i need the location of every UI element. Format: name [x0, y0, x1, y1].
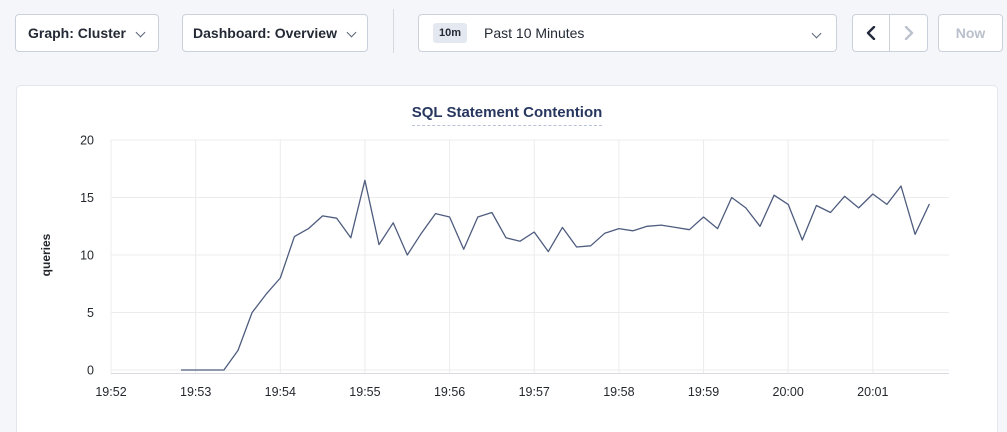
y-tick-label: 20: [80, 134, 94, 148]
prev-range-button[interactable]: [853, 15, 890, 51]
chevron-left-icon: [865, 26, 877, 40]
x-tick-label: 19:57: [519, 385, 550, 399]
x-tick-label: 19:56: [434, 385, 465, 399]
time-window-label: Past 10 Minutes: [484, 25, 584, 41]
time-window-picker[interactable]: 10m Past 10 Minutes: [418, 14, 837, 52]
dashboard-dropdown[interactable]: Dashboard: Overview: [182, 14, 368, 52]
x-tick-label: 20:00: [773, 385, 804, 399]
series-line-queries: [182, 180, 930, 370]
chevron-down-icon: [812, 29, 822, 39]
x-tick-label: 19:54: [265, 385, 296, 399]
dashboard-dropdown-label: Dashboard: Overview: [193, 25, 337, 41]
toolbar-divider: [393, 9, 394, 53]
sql-statement-contention-chart[interactable]: 0 5 10 15 20 19:52 19:53 19:54 19:55 19:56 19:57 19…: [17, 86, 997, 432]
x-tick-label: 19:52: [95, 385, 126, 399]
y-axis-label: queries: [39, 233, 53, 276]
chart-panel: SQL Statement Contention 0510152019:5219…: [16, 85, 998, 432]
x-tick-label: 19:59: [688, 385, 719, 399]
y-tick-label: 15: [80, 191, 94, 205]
y-tick-label: 5: [87, 306, 94, 320]
x-tick-label: 19:55: [349, 385, 380, 399]
x-tick-label: 20:01: [857, 385, 888, 399]
now-button[interactable]: Now: [938, 14, 1003, 52]
chevron-down-icon: [136, 28, 146, 38]
chevron-down-icon: [347, 28, 357, 38]
time-range-stepper: [852, 14, 928, 52]
next-range-button[interactable]: [890, 15, 927, 51]
x-tick-label: 19:53: [180, 385, 211, 399]
y-tick-label: 10: [80, 249, 94, 263]
y-tick-label: 0: [87, 364, 94, 378]
chevron-right-icon: [903, 26, 915, 40]
time-window-badge: 10m: [433, 23, 467, 43]
graph-dropdown[interactable]: Graph: Cluster: [15, 14, 159, 52]
x-tick-label: 19:58: [603, 385, 634, 399]
graph-dropdown-label: Graph: Cluster: [28, 25, 126, 41]
